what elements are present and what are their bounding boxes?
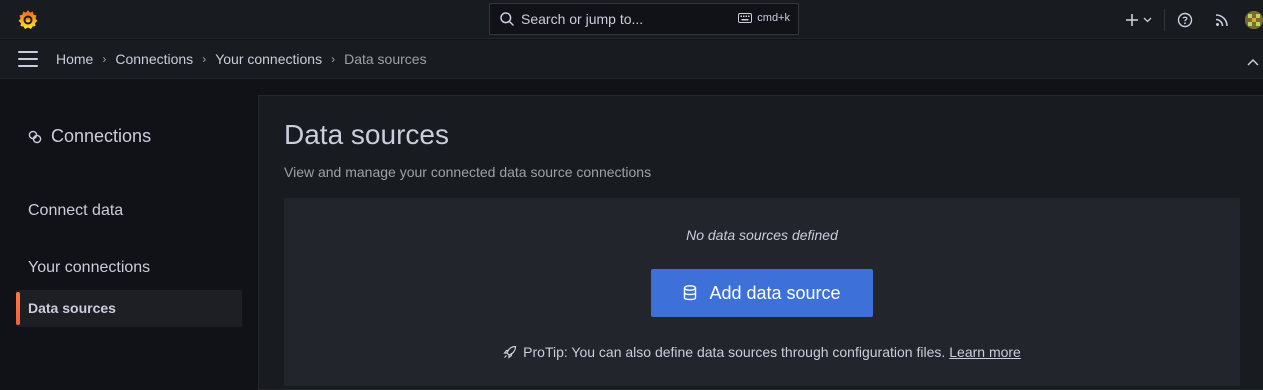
menu-toggle-button[interactable] [18, 51, 38, 67]
rss-icon [1215, 13, 1228, 26]
chevron-right-icon: › [202, 52, 207, 66]
sidebar-item-data-sources[interactable]: Data sources [16, 290, 242, 327]
help-button[interactable] [1177, 12, 1193, 28]
sidebar-title: Connections [28, 126, 151, 147]
database-icon [684, 285, 697, 301]
breadcrumb-connections[interactable]: Connections [115, 51, 193, 67]
breadcrumb-home[interactable]: Home [56, 51, 93, 67]
link-icon [28, 130, 42, 143]
sidebar-item-connect-data[interactable]: Connect data [28, 202, 123, 220]
search-icon [500, 12, 514, 26]
grafana-logo-icon[interactable] [16, 8, 40, 32]
sidebar: Connections Connect data Your connection… [0, 80, 258, 390]
collapse-button[interactable] [1247, 53, 1259, 71]
page-subtitle: View and manage your connected data sour… [284, 164, 652, 180]
page-title: Data sources [284, 119, 449, 150]
add-data-source-label: Add data source [709, 282, 841, 303]
menu-icon-line [18, 58, 38, 60]
sidebar-item-label: Data sources [28, 300, 116, 316]
search-input[interactable]: Search or jump to... cmd+k [489, 3, 799, 35]
add-new-button[interactable] [1125, 13, 1152, 27]
active-indicator [16, 292, 20, 325]
protip-text: ProTip: You can also define data sources… [523, 344, 946, 360]
main-content: Data sources View and manage your connec… [258, 95, 1263, 390]
breadcrumb-bar: Home › Connections › Your connections › … [0, 40, 1263, 79]
plus-icon [1126, 13, 1138, 26]
rocket-icon [503, 345, 517, 359]
top-right-actions [1125, 0, 1263, 39]
protip: ProTip: You can also define data sources… [284, 344, 1240, 360]
chevron-down-icon [1143, 17, 1152, 22]
empty-state-panel: No data sources defined Add data source … [284, 198, 1240, 386]
sidebar-title-label: Connections [51, 126, 152, 146]
chevron-right-icon: › [331, 52, 336, 66]
learn-more-link[interactable]: Learn more [949, 344, 1021, 360]
news-button[interactable] [1215, 13, 1229, 27]
keyboard-icon [738, 13, 753, 23]
sidebar-item-your-connections[interactable]: Your connections [28, 259, 150, 277]
breadcrumb: Home › Connections › Your connections › … [56, 51, 427, 67]
breadcrumb-data-sources: Data sources [344, 51, 427, 67]
search-placeholder: Search or jump to... [521, 11, 644, 27]
help-icon [1177, 12, 1193, 27]
keyboard-shortcut: cmd+k [738, 12, 790, 24]
user-avatar[interactable] [1245, 10, 1263, 29]
menu-icon-line [18, 65, 38, 67]
add-data-source-button[interactable]: Add data source [651, 269, 873, 317]
divider [1164, 8, 1165, 31]
shortcut-label: cmd+k [757, 12, 790, 24]
chevron-up-icon [1247, 58, 1259, 66]
chevron-right-icon: › [102, 52, 107, 66]
empty-message: No data sources defined [686, 227, 838, 243]
top-bar: Search or jump to... cmd+k [0, 0, 1263, 39]
menu-icon-line [18, 51, 38, 53]
breadcrumb-your-connections[interactable]: Your connections [215, 51, 322, 67]
